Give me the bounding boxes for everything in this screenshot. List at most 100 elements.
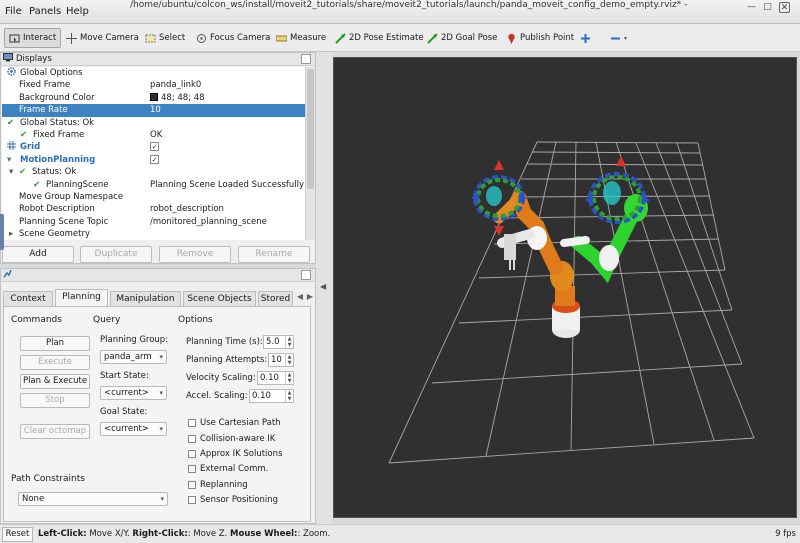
tree-row-scene-geometry[interactable]: ▸ Scene Geometry <box>2 228 305 240</box>
tree-row-motion-planning[interactable]: ▾ MotionPlanning ✓ <box>2 154 305 166</box>
displays-scrollbar[interactable] <box>305 67 315 240</box>
planning-attempts-input[interactable]: 10 ▲ ▼ <box>268 353 294 367</box>
displays-tree[interactable]: Global Options Fixed Frame panda_link0 B… <box>2 67 305 240</box>
collapse-arrow-icon[interactable]: ▸ <box>9 228 13 240</box>
spin-arrows-icon[interactable]: ▲ ▼ <box>285 354 293 366</box>
close-icon[interactable]: ✕ <box>779 2 790 13</box>
start-state-select[interactable]: <current> ▾ <box>100 386 167 400</box>
approx-ik-solutions-checkbox[interactable]: Approx IK Solutions <box>188 449 282 459</box>
tool-move-camera[interactable]: Move Camera <box>62 28 143 48</box>
tool-2d-pose-estimate[interactable]: 2D Pose Estimate <box>331 28 428 48</box>
use-cartesian-path-checkbox[interactable]: Use Cartesian Path <box>188 418 281 428</box>
collision-aware-ik-checkbox[interactable]: Collision-aware IK <box>188 434 275 444</box>
add-display-button[interactable]: Add <box>2 246 74 263</box>
sensor-positioning-checkbox[interactable]: Sensor Positioning <box>188 495 278 505</box>
tab-manipulation[interactable]: Manipulation <box>110 291 181 306</box>
tree-row-grid[interactable]: Grid ✓ <box>2 141 305 153</box>
left-dock-handle[interactable] <box>0 214 4 250</box>
rename-display-button[interactable]: Rename <box>238 246 310 263</box>
planning-time-input[interactable]: 5.0 ▲ ▼ <box>263 335 294 349</box>
tool-measure[interactable]: Measure <box>272 28 330 48</box>
displays-title-bar: Displays <box>1 53 315 66</box>
grid-enabled-checkbox[interactable]: ✓ <box>150 141 159 153</box>
tab-scroll-left-icon[interactable]: ◀ <box>295 291 305 303</box>
tree-row-fixed-frame-status[interactable]: ✔ Fixed Frame OK <box>2 129 305 141</box>
tree-row-move-group-namespace[interactable]: Move Group Namespace <box>2 191 305 203</box>
focus-camera-icon <box>196 33 207 44</box>
mouse-help-text: Left-Click: Move X/Y. Right-Click:: Move… <box>38 529 331 539</box>
minimize-icon[interactable]: — <box>746 2 757 13</box>
color-swatch <box>150 93 158 102</box>
check-icon: ✔ <box>33 179 41 190</box>
planning-time-label: Planning Time (s): <box>186 337 263 347</box>
spin-arrows-icon[interactable]: ▲ ▼ <box>285 336 293 348</box>
fps-counter: 9 fps <box>775 529 796 539</box>
toolbar: Interact Move Camera Select Focus Camera… <box>0 24 800 52</box>
tool-focus-camera[interactable]: Focus Camera <box>192 28 274 48</box>
clear-octomap-button[interactable]: Clear octomap <box>20 424 90 439</box>
chevron-down-icon: ▾ <box>159 353 163 361</box>
tree-row-planning-scene-topic[interactable]: Planning Scene Topic /monitored_planning… <box>2 216 305 228</box>
3d-viewport[interactable] <box>333 57 797 518</box>
execute-button[interactable]: Execute <box>20 355 90 370</box>
tool-select[interactable]: Select <box>141 28 189 48</box>
collapse-left-arrow-icon[interactable]: ◀ <box>320 282 326 291</box>
tree-row-global-status[interactable]: ✔ Global Status: Ok <box>2 117 305 129</box>
plan-button[interactable]: Plan <box>20 336 90 351</box>
remove-tool-button[interactable]: ▾ <box>606 28 631 48</box>
velocity-scaling-input[interactable]: 0.10 ▲ ▼ <box>257 371 294 385</box>
tree-row-frame-rate[interactable]: Frame Rate 10 <box>2 104 305 117</box>
accel-scaling-input[interactable]: 0.10 ▲ ▼ <box>249 389 294 403</box>
panel-close-button[interactable] <box>301 54 311 64</box>
tree-row-background-color[interactable]: Background Color 48; 48; 48 <box>2 92 305 104</box>
panel-close-button[interactable] <box>301 270 311 280</box>
chevron-down-icon: ▾ <box>159 425 163 433</box>
replanning-checkbox[interactable]: Replanning <box>188 480 248 490</box>
tool-2d-goal-pose[interactable]: 2D Goal Pose <box>423 28 501 48</box>
tab-stored[interactable]: Stored <box>258 291 293 306</box>
remove-display-button[interactable]: Remove <box>159 246 231 263</box>
query-heading: Query <box>93 315 121 325</box>
tab-bar: Context Planning Manipulation Scene Obje… <box>3 289 293 306</box>
expand-arrow-icon[interactable]: ▾ <box>7 154 11 166</box>
add-tool-button[interactable] <box>576 28 595 48</box>
goal-state-select[interactable]: <current> ▾ <box>100 422 167 436</box>
panel-splitter[interactable]: ◀ <box>316 52 333 524</box>
duplicate-display-button[interactable]: Duplicate <box>80 246 152 263</box>
menu-file[interactable]: File <box>5 6 22 17</box>
tree-row-global-options[interactable]: Global Options <box>2 67 305 79</box>
tree-row-fixed-frame[interactable]: Fixed Frame panda_link0 <box>2 79 305 91</box>
move-camera-icon <box>66 32 77 44</box>
spin-arrows-icon[interactable]: ▲ ▼ <box>285 372 293 384</box>
tab-planning[interactable]: Planning <box>55 289 108 306</box>
tab-scene-objects[interactable]: Scene Objects <box>183 291 256 306</box>
scrollbar-thumb[interactable] <box>307 69 314 189</box>
commands-heading: Commands <box>11 315 62 325</box>
tool-interact[interactable]: Interact <box>4 28 62 48</box>
path-constraints-select[interactable]: None ▾ <box>18 492 168 506</box>
menu-panels[interactable]: Panels <box>29 6 61 17</box>
planning-group-select[interactable]: panda_arm ▾ <box>100 350 167 364</box>
monitor-icon <box>3 53 13 65</box>
accel-scaling-label: Accel. Scaling: <box>186 391 248 401</box>
tool-publish-point[interactable]: Publish Point <box>502 28 578 48</box>
maximize-icon[interactable]: □ <box>762 2 773 13</box>
tab-scroll-right-icon[interactable]: ▶ <box>305 291 315 303</box>
spin-arrows-icon[interactable]: ▲ ▼ <box>285 390 293 402</box>
expand-arrow-icon[interactable]: ▾ <box>9 166 13 178</box>
tree-row-status-ok[interactable]: ▾ ✔ Status: Ok <box>2 166 305 178</box>
background-color-value[interactable]: 48; 48; 48 <box>150 92 205 104</box>
check-icon: ✔ <box>7 117 15 128</box>
velocity-scaling-label: Velocity Scaling: <box>186 373 256 383</box>
external-comm-checkbox[interactable]: External Comm. <box>188 464 268 474</box>
tree-row-planning-scene[interactable]: ✔ PlanningScene Planning Scene Loaded Su… <box>2 179 305 191</box>
menu-help[interactable]: Help <box>66 6 89 17</box>
motion-planning-enabled-checkbox[interactable]: ✓ <box>150 154 159 166</box>
frame-rate-value[interactable]: 10 <box>150 104 161 116</box>
tree-row-robot-description[interactable]: Robot Description robot_description <box>2 203 305 215</box>
tab-context[interactable]: Context <box>3 291 53 306</box>
reset-button[interactable]: Reset <box>2 527 33 542</box>
plan-and-execute-button[interactable]: Plan & Execute <box>20 374 90 389</box>
stop-button[interactable]: Stop <box>20 393 90 408</box>
fixed-frame-value[interactable]: panda_link0 <box>150 79 201 91</box>
